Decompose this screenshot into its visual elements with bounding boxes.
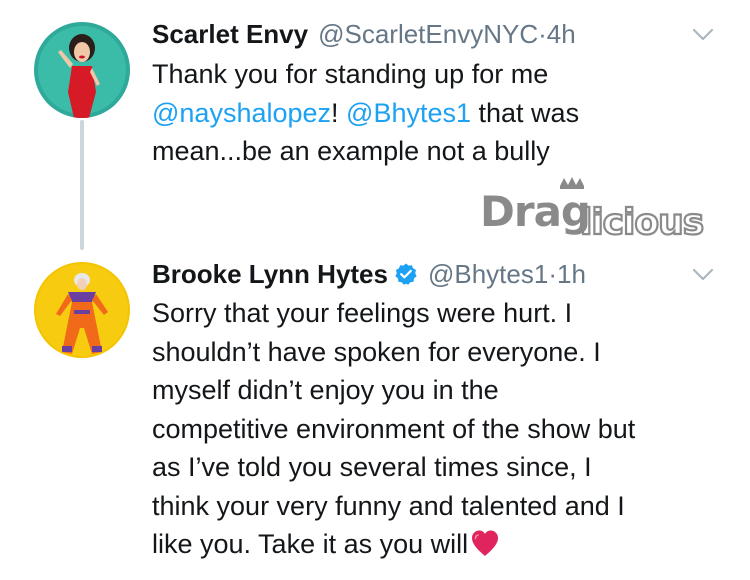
avatar-scarlet-envy[interactable] [34, 22, 130, 118]
thread-connector-line [80, 120, 84, 250]
timestamp[interactable]: 1h [557, 258, 586, 290]
tweet-text-fragment: like you. Take it as you will [152, 529, 469, 559]
tweet-line: Thank you for standing up for me [152, 59, 549, 89]
timestamp[interactable]: 4h [547, 18, 576, 50]
tweet-line: like you. Take it as you will [152, 525, 635, 564]
tweet-line: shouldn’t have spoken for everyone. I [152, 336, 601, 367]
separator-dot: · [548, 259, 557, 289]
user-handle[interactable]: @Bhytes1 [428, 258, 548, 290]
separator-dot: · [538, 19, 547, 49]
tweet-text: Thank you for standing up for me @naysha… [152, 55, 579, 171]
tweet-line: @nayshalopez! @Bhytes1 that was [152, 94, 579, 133]
tweet-header: Brooke Lynn Hytes @Bhytes1 · 1h [152, 258, 586, 290]
tweet-line: competitive environment of the show but [152, 413, 636, 444]
tweet-text-fragment: that was [471, 97, 580, 128]
tweet-header: Scarlet Envy @ScarletEnvyNYC · 4h [152, 18, 576, 50]
chevron-down-icon[interactable] [692, 28, 714, 42]
draglicious-watermark: Drag licious [480, 176, 725, 246]
tweet-line: think your very funny and talented and I [152, 490, 625, 521]
avatar-brooke-lynn-hytes[interactable] [34, 262, 130, 358]
tweet-line: as I’ve told you several times since, I [152, 452, 592, 482]
tweet-text-fragment: ! [331, 97, 347, 128]
red-heart-emoji-icon [472, 530, 499, 556]
user-handle[interactable]: @ScarletEnvyNYC [318, 18, 538, 50]
chevron-down-icon[interactable] [692, 268, 714, 282]
display-name[interactable]: Scarlet Envy [152, 18, 308, 50]
svg-text:Drag: Drag [480, 187, 590, 236]
tweet-line: Sorry that your feelings were hurt. I [152, 298, 573, 328]
mention-link[interactable]: @Bhytes1 [346, 98, 471, 128]
tweet-line: myself didn’t enjoy you in the [152, 375, 499, 405]
mention-link[interactable]: @nayshalopez [152, 98, 331, 128]
display-name[interactable]: Brooke Lynn Hytes [152, 258, 388, 290]
tweet-text: Sorry that your feelings were hurt. I sh… [152, 294, 635, 564]
svg-text:licious: licious [580, 202, 703, 243]
tweet-brooke-lynn-hytes[interactable]: Brooke Lynn Hytes @Bhytes1 · 1h Sorry th… [0, 250, 750, 580]
verified-badge-icon [395, 263, 417, 285]
tweet-line: mean...be an example not a bully [152, 136, 550, 166]
